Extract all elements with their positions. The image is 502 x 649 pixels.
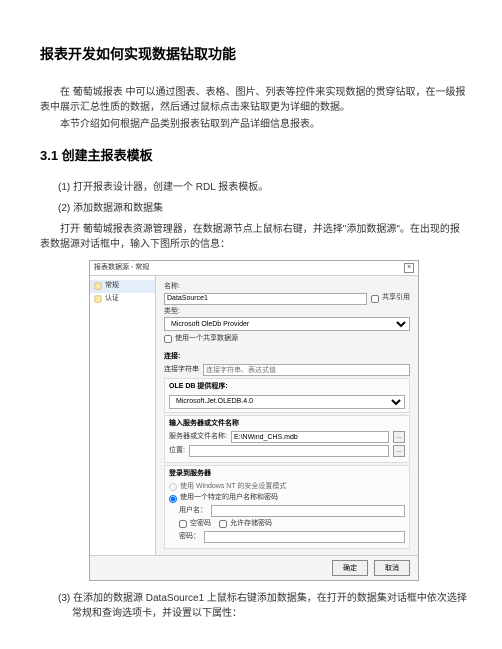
oledb-select[interactable]: Microsoft.Jet.OLEDB.4.0 <box>169 395 405 409</box>
server-file-label: 服务器或文件名称: <box>169 432 227 443</box>
use-shared-ds-label: 使用一个共享数据源 <box>175 334 238 345</box>
step-2-detail: 打开 葡萄城报表资源管理器，在数据源节点上鼠标右键，并选择"添加数据源"。在出现… <box>40 222 468 252</box>
location-label: 位置: <box>169 446 185 457</box>
page-title: 报表开发如何实现数据钻取功能 <box>40 44 468 65</box>
server-header: 输入服务器或文件名称 <box>169 419 405 430</box>
step-2: (2) 添加数据源和数据集 <box>58 201 468 216</box>
server-file-input[interactable] <box>231 431 389 443</box>
empty-pw-checkbox[interactable] <box>179 520 187 528</box>
dialog-footer: 确定 取消 <box>90 555 418 580</box>
browse-button[interactable]: … <box>393 431 405 443</box>
shared-ref-checkbox[interactable] <box>371 295 379 303</box>
custom-login-row[interactable]: 使用一个特定的用户名称和密码 <box>169 493 405 504</box>
allow-save-pw-chk[interactable]: 允许存储密码 <box>219 519 272 530</box>
login-header: 登录到服务器 <box>169 469 405 480</box>
shared-ref-chk[interactable]: 共享引用 <box>371 293 410 304</box>
empty-pw-chk[interactable]: 空密码 <box>179 519 211 530</box>
location-input[interactable] <box>189 445 389 457</box>
conn-string-input[interactable] <box>203 364 410 376</box>
oledb-header: OLE DB 提供程序: <box>169 382 405 393</box>
name-label: 名称: <box>164 282 410 293</box>
password-input[interactable] <box>204 531 405 543</box>
close-icon[interactable]: × <box>404 263 414 273</box>
intro-para-2: 本节介绍如何根据产品类别报表钻取到产品详细信息报表。 <box>40 117 468 132</box>
intro-para-1: 在 葡萄城报表 中可以通过图表、表格、图片、列表等控件来实现数据的贯穿钻取，在一… <box>40 85 468 115</box>
dialog-title-text: 报表数据源 - 常规 <box>94 263 149 274</box>
datasource-dialog: 报表数据源 - 常规 × 常规 认证 名称: <box>89 260 419 582</box>
step-1: (1) 打开报表设计器，创建一个 RDL 报表模板。 <box>58 180 468 195</box>
shared-ref-label: 共享引用 <box>382 293 410 304</box>
sidebar-item-credentials-label: 认证 <box>105 294 119 305</box>
sidebar-item-general[interactable]: 常规 <box>90 280 155 293</box>
step-3: (3) 在添加的数据源 DataSource1 上鼠标右键添加数据集，在打开的数… <box>58 591 468 621</box>
connection-header: 连接: <box>164 352 410 363</box>
sidebar-item-general-label: 常规 <box>105 281 119 292</box>
general-icon <box>94 282 102 290</box>
name-input[interactable] <box>164 293 367 305</box>
empty-pw-label: 空密码 <box>190 519 211 530</box>
winnt-radio <box>169 483 177 491</box>
custom-login-label: 使用一个特定的用户名称和密码 <box>180 493 278 504</box>
user-label: 用户名： <box>179 506 207 517</box>
winnt-radio-row: 使用 Windows NT 的安全设置模式 <box>169 482 405 493</box>
use-shared-ds[interactable]: 使用一个共享数据源 <box>164 334 238 345</box>
custom-login-radio[interactable] <box>169 495 177 503</box>
cancel-button[interactable]: 取消 <box>374 560 410 576</box>
dialog-main: 名称: 共享引用 类型: Microsoft OleDb Provider 使用… <box>156 276 418 555</box>
dialog-sidebar: 常规 认证 <box>90 276 156 555</box>
type-label: 类型: <box>164 307 410 318</box>
sidebar-item-credentials[interactable]: 认证 <box>90 293 155 306</box>
password-label: 密码： <box>179 532 200 543</box>
user-input[interactable] <box>211 505 405 517</box>
use-shared-ds-checkbox[interactable] <box>164 335 172 343</box>
winnt-radio-label: 使用 Windows NT 的安全设置模式 <box>180 482 286 493</box>
allow-save-pw-checkbox[interactable] <box>219 520 227 528</box>
type-select[interactable]: Microsoft OleDb Provider <box>164 317 410 331</box>
location-browse-button[interactable]: … <box>393 445 405 457</box>
ok-button[interactable]: 确定 <box>332 560 368 576</box>
dialog-titlebar: 报表数据源 - 常规 × <box>90 261 418 277</box>
credentials-icon <box>94 295 102 303</box>
section-heading: 3.1 创建主报表模板 <box>40 146 468 166</box>
conn-string-label: 连接字符串 <box>164 365 199 376</box>
allow-save-pw-label: 允许存储密码 <box>230 519 272 530</box>
